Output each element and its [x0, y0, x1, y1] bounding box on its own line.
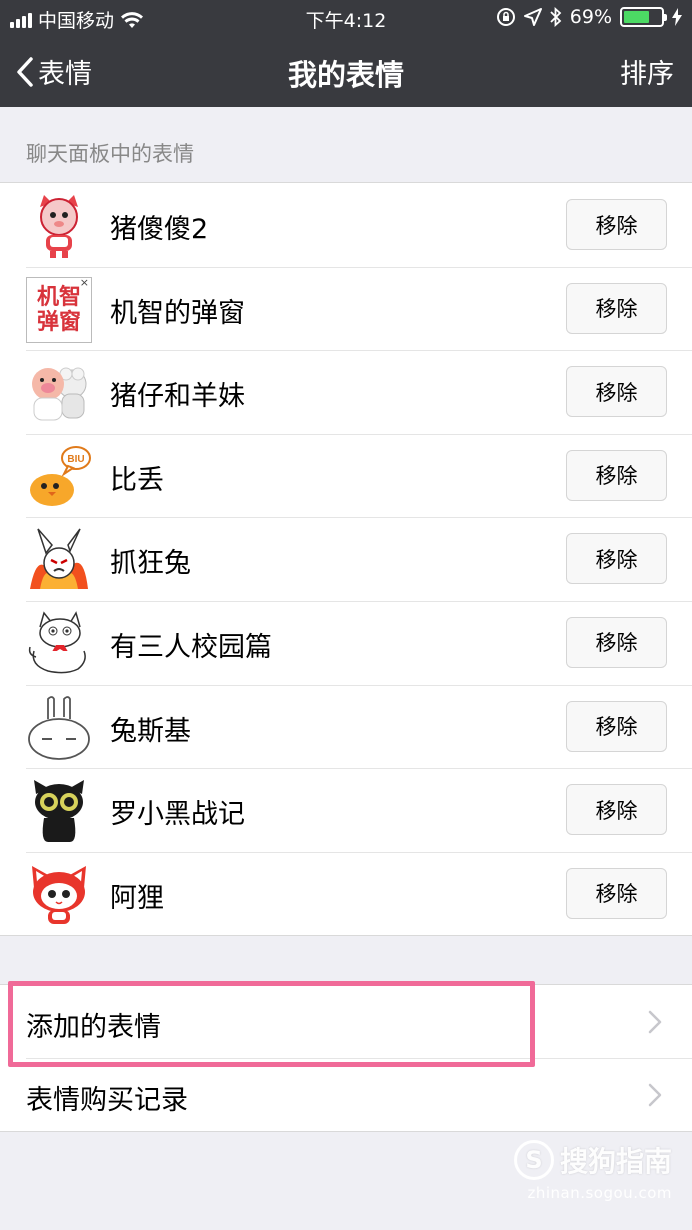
navigation-bar: 表情 我的表情 排序 — [0, 36, 692, 107]
tuzki-icon — [28, 695, 90, 760]
sticker-pack-row: 抓狂兔 移除 — [0, 517, 692, 601]
sticker-pack-name: 罗小黑战记 — [110, 799, 245, 831]
section-header: 聊天面板中的表情 — [26, 142, 194, 166]
sticker-pack-row: 机智弹窗 × 机智的弹窗 移除 — [0, 266, 692, 351]
fox-ali-icon — [32, 865, 86, 924]
pig-sticker-icon — [40, 195, 78, 258]
close-icon: × — [79, 275, 89, 289]
chevron-right-icon — [648, 1010, 662, 1034]
sticker-pack-name: 有三人校园篇 — [110, 631, 272, 663]
pig-and-sheep-icon — [32, 367, 87, 421]
status-bar: 中国移动 下午4:12 69% — [0, 0, 692, 36]
menu-item-label: 添加的表情 — [26, 1012, 161, 1043]
biu-text: BIU — [67, 454, 84, 465]
sticker-pack-name: 抓狂兔 — [110, 548, 191, 580]
location-icon — [523, 8, 542, 26]
sticker-pack-name: 机智的弹窗 — [110, 297, 245, 329]
sticker-pack-name: 比丢 — [110, 464, 164, 496]
remove-button[interactable]: 移除 — [566, 366, 667, 418]
battery-icon — [620, 7, 667, 27]
remove-button[interactable]: 移除 — [566, 784, 667, 836]
top-bar: 中国移动 下午4:12 69% 表情 我的表情 排序 — [0, 0, 692, 107]
purchase-history-item[interactable]: 表情购买记录 — [0, 1058, 692, 1131]
chick-sticker-icon: BIU — [30, 445, 91, 506]
sticker-pack-name: 阿狸 — [110, 882, 164, 914]
battery-percent: 69% — [569, 6, 612, 28]
sticker-pack-list: 猪傻傻2 移除 机智弹窗 × 机智的弹窗 移除 猪仔和羊妹 移除 BIU 比丢 … — [0, 182, 692, 937]
watermark: S 搜狗指南 zhinan.sogou.com — [513, 1140, 672, 1202]
remove-button[interactable]: 移除 — [566, 867, 667, 919]
sticker-pack-row: 猪傻傻2 移除 — [0, 183, 692, 267]
chevron-right-icon — [648, 1083, 662, 1107]
watermark-brand: 搜狗指南 — [559, 1145, 672, 1178]
remove-button[interactable]: 移除 — [566, 199, 667, 250]
bluetooth-icon — [550, 7, 562, 27]
black-cat-icon — [34, 780, 84, 843]
page-title: 我的表情 — [287, 58, 404, 92]
sticker-pack-row: 兔斯基 移除 — [0, 684, 692, 769]
menu-item-label: 表情购买记录 — [26, 1085, 188, 1116]
watermark-url: zhinan.sogou.com — [527, 1184, 672, 1202]
rotation-lock-icon — [496, 8, 515, 26]
popup-sticker-icon: 机智弹窗 × — [26, 275, 92, 343]
added-stickers-item[interactable]: 添加的表情 — [0, 985, 692, 1058]
remove-button[interactable]: 移除 — [566, 533, 667, 585]
sticker-pack-row: 罗小黑战记 移除 — [0, 768, 692, 852]
charging-icon — [672, 8, 682, 26]
sticker-pack-name: 猪傻傻2 — [110, 214, 209, 245]
sticker-pack-row: BIU 比丢 移除 — [0, 433, 692, 518]
remove-button[interactable]: 移除 — [566, 449, 667, 501]
remove-button[interactable]: 移除 — [566, 616, 667, 668]
remove-button[interactable]: 移除 — [566, 282, 667, 334]
sogou-logo-icon: S — [513, 1140, 554, 1180]
crazy-rabbit-icon — [30, 528, 88, 590]
settings-menu: 添加的表情 表情购买记录 — [0, 984, 692, 1132]
sticker-pack-name: 猪仔和羊妹 — [110, 381, 245, 413]
sticker-pack-row: 猪仔和羊妹 移除 — [0, 350, 692, 434]
sort-button[interactable]: 排序 — [620, 52, 674, 91]
sticker-pack-name: 兔斯基 — [110, 715, 191, 747]
sticker-pack-row: 阿狸 移除 — [0, 851, 692, 936]
remove-button[interactable]: 移除 — [566, 700, 667, 752]
popup-sticker-text: 机智弹窗 — [36, 284, 81, 335]
sticker-pack-row: 有三人校园篇 移除 — [0, 600, 692, 685]
cat-sticker-icon — [28, 611, 86, 674]
